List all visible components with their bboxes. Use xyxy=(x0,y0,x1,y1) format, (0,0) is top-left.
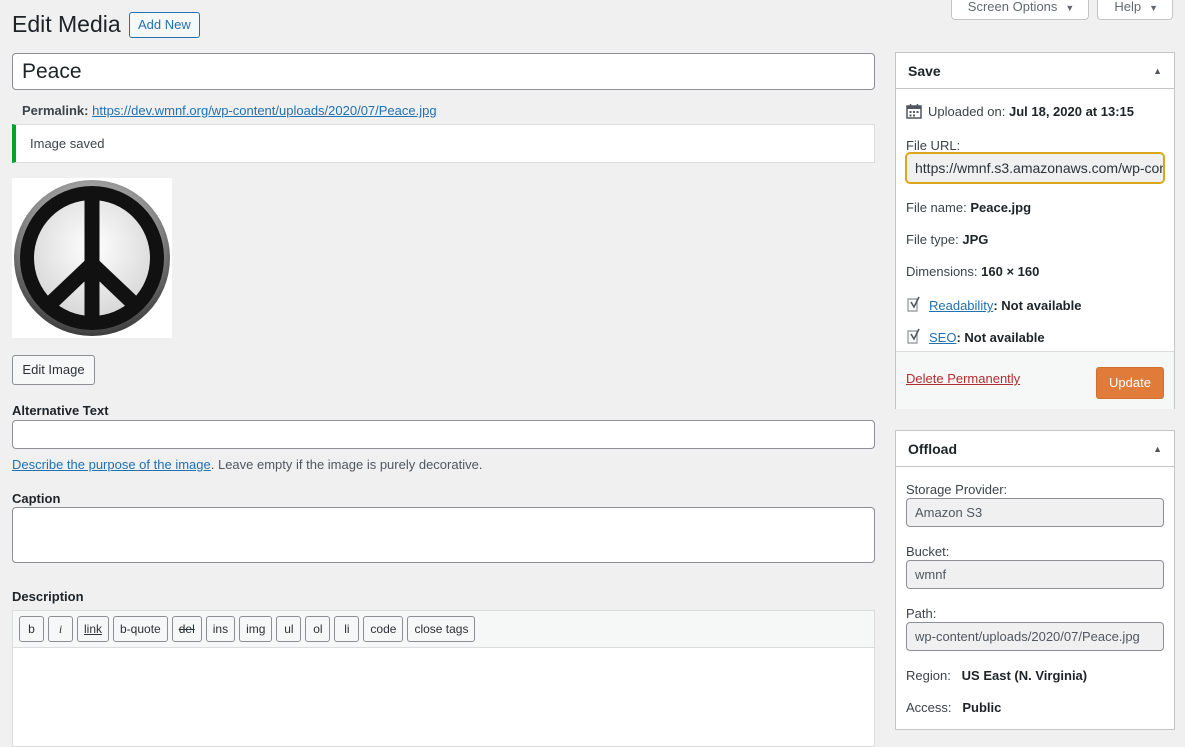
qt-close-tags-button[interactable]: close tags xyxy=(407,616,476,642)
provider-field: Amazon S3 xyxy=(906,498,1164,527)
file-type: File type: JPG xyxy=(906,232,988,247)
screen-options-tab[interactable]: Screen Options ▼ xyxy=(950,0,1090,20)
seo-row: SEO: Not available xyxy=(906,328,1045,345)
permalink-link[interactable]: https://dev.wmnf.org/wp-content/uploads/… xyxy=(92,103,436,118)
file-url-input[interactable]: https://wmnf.s3.amazonaws.com/wp-content… xyxy=(905,152,1165,184)
qt-link-button[interactable]: link xyxy=(77,616,110,642)
caption-textarea[interactable] xyxy=(12,507,875,563)
path-field: wp-content/uploads/2020/07/Peace.jpg xyxy=(906,622,1164,651)
yoast-icon xyxy=(907,328,920,344)
region-row: Region: US East (N. Virginia) xyxy=(906,668,1087,683)
bucket-label: Bucket: xyxy=(906,544,950,559)
region-label: Region: xyxy=(906,668,951,683)
qt-img-button[interactable]: img xyxy=(239,616,273,642)
calendar-icon xyxy=(906,104,922,119)
caret-down-icon: ▼ xyxy=(1149,3,1158,13)
success-notice: Image saved xyxy=(12,124,875,163)
permalink-label: Permalink: xyxy=(22,103,89,118)
access-row: Access: Public xyxy=(906,700,1001,715)
page-title: Edit Media xyxy=(12,11,121,37)
chevron-up-icon[interactable]: ▲ xyxy=(1153,444,1162,454)
dimensions-value: 160 × 160 xyxy=(981,264,1040,279)
screen-options-label: Screen Options xyxy=(967,0,1058,14)
yoast-icon xyxy=(907,296,920,312)
help-tab[interactable]: Help ▼ xyxy=(1097,0,1173,20)
delete-permanently-link[interactable]: Delete Permanently xyxy=(906,371,1020,386)
offload-box-header[interactable]: Offload ▲ xyxy=(896,431,1174,467)
qt-ins-button[interactable]: ins xyxy=(205,616,236,642)
add-new-button[interactable]: Add New xyxy=(129,12,200,38)
region-value: US East (N. Virginia) xyxy=(961,668,1088,683)
uploaded-label: Uploaded on: xyxy=(928,104,1006,119)
help-label: Help xyxy=(1114,0,1142,14)
readability-link[interactable]: Readability xyxy=(929,298,993,313)
save-box: Save ▲ Uploaded on: Jul 18, 2020 at 13:1… xyxy=(895,52,1175,409)
readability-value: : Not available xyxy=(993,298,1082,313)
qt-blockquote-button[interactable]: b-quote xyxy=(113,616,168,642)
file-name: File name: Peace.jpg xyxy=(906,200,1031,215)
save-box-header[interactable]: Save ▲ xyxy=(896,53,1174,89)
peace-sign-image xyxy=(12,178,172,338)
qt-del-button[interactable]: del xyxy=(171,616,202,642)
alt-text-input[interactable] xyxy=(12,420,875,449)
offload-box: Offload ▲ Storage Provider: Amazon S3 Bu… xyxy=(895,430,1175,730)
qt-italic-button[interactable]: i xyxy=(48,616,73,642)
path-label: Path: xyxy=(906,606,937,621)
qt-ul-button[interactable]: ul xyxy=(276,616,302,642)
qt-bold-button[interactable]: b xyxy=(19,616,44,642)
access-label: Access: xyxy=(906,700,952,715)
dimensions: Dimensions: 160 × 160 xyxy=(906,264,1039,279)
permalink: Permalink: https://dev.wmnf.org/wp-conte… xyxy=(22,103,437,118)
major-publishing-actions: Delete Permanently Update xyxy=(896,351,1174,409)
provider-label: Storage Provider: xyxy=(906,482,1008,497)
save-box-title: Save xyxy=(908,62,941,79)
seo-value: : Not available xyxy=(956,330,1045,345)
offload-box-title: Offload xyxy=(908,440,957,457)
alt-text-help-link[interactable]: Describe the purpose of the image xyxy=(12,457,211,472)
uploaded-value: Jul 18, 2020 at 13:15 xyxy=(1008,104,1134,119)
alt-text-label: Alternative Text xyxy=(12,403,109,418)
access-value: Public xyxy=(962,700,1002,715)
alt-text-help-rest: . Leave empty if the image is purely dec… xyxy=(210,457,483,472)
file-name-label: File name: xyxy=(906,200,967,215)
update-button[interactable]: Update xyxy=(1096,367,1164,399)
description-editor[interactable] xyxy=(12,647,875,747)
qt-li-button[interactable]: li xyxy=(334,616,360,642)
file-type-label: File type: xyxy=(906,232,959,247)
uploaded-on: Uploaded on: Jul 18, 2020 at 13:15 xyxy=(906,103,1134,119)
edit-image-button[interactable]: Edit Image xyxy=(12,355,95,385)
bucket-field: wmnf xyxy=(906,560,1164,589)
quicktags-toolbar: b i link b-quote del ins img ul ol li co… xyxy=(12,610,875,647)
title-input[interactable]: Peace xyxy=(12,53,875,90)
chevron-up-icon[interactable]: ▲ xyxy=(1153,66,1162,76)
seo-link[interactable]: SEO xyxy=(929,330,956,345)
file-type-value: JPG xyxy=(962,232,989,247)
caret-down-icon: ▼ xyxy=(1065,3,1075,13)
alt-text-help: Describe the purpose of the image. Leave… xyxy=(12,457,482,472)
description-label: Description xyxy=(12,589,84,604)
screen-meta: Screen Options ▼ Help ▼ xyxy=(950,0,1173,20)
dimensions-label: Dimensions: xyxy=(906,264,978,279)
qt-code-button[interactable]: code xyxy=(363,616,404,642)
qt-ol-button[interactable]: ol xyxy=(305,616,331,642)
caption-label: Caption xyxy=(12,491,61,506)
readability-row: Readability: Not available xyxy=(906,296,1081,313)
file-name-value: Peace.jpg xyxy=(970,200,1032,215)
media-thumbnail xyxy=(12,178,172,338)
file-url-label: File URL: xyxy=(906,138,961,153)
